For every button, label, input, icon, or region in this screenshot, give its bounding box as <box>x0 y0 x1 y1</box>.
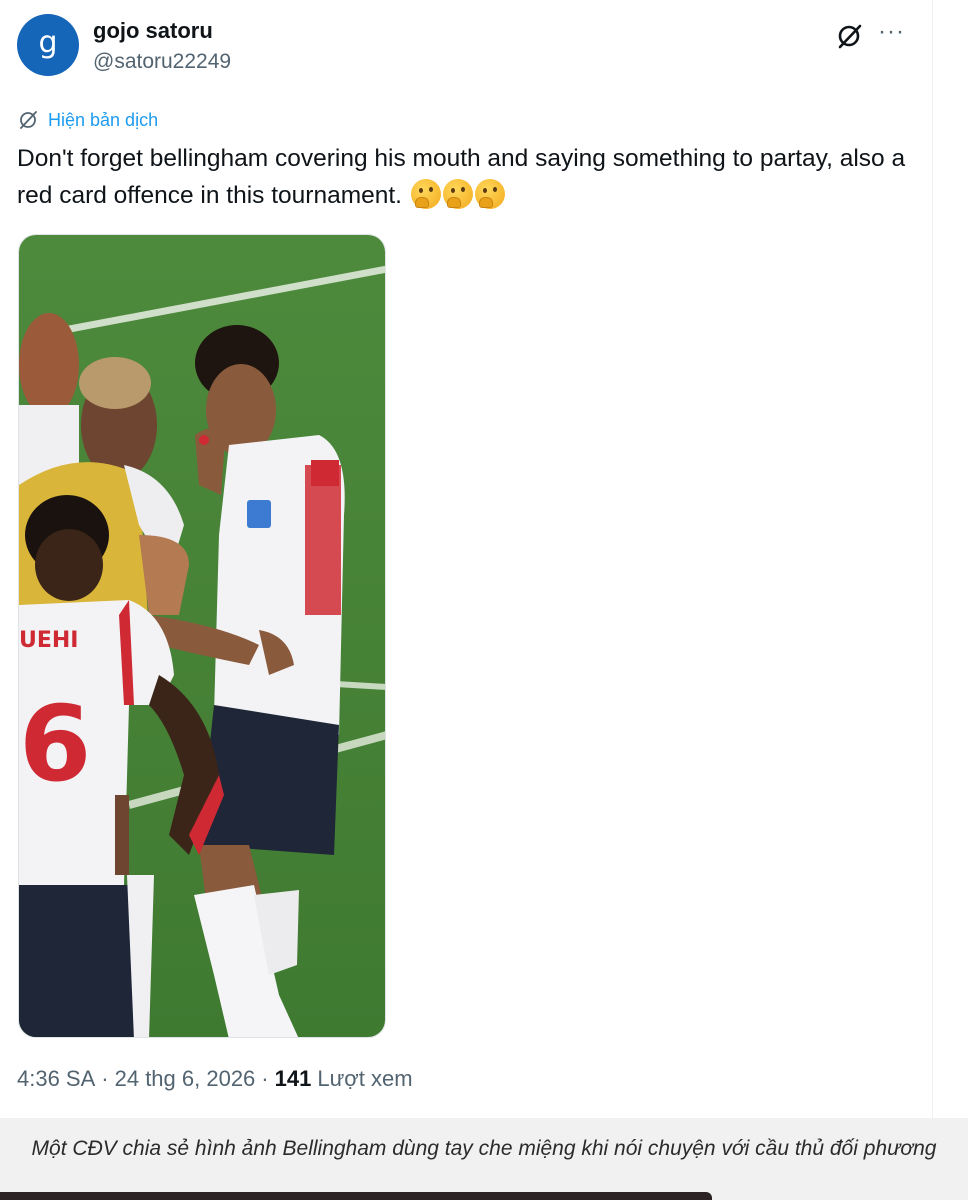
display-name[interactable]: gojo satoru <box>93 18 213 44</box>
translate-label: Hiện bản dịch <box>48 109 159 130</box>
thinking-face-emoji <box>474 179 505 209</box>
shirt-name-text: UEHI <box>19 628 79 653</box>
grok-icon[interactable] <box>836 22 864 50</box>
avatar[interactable]: g <box>17 14 79 76</box>
image-caption: Một CĐV chia sẻ hình ảnh Bellingham dùng… <box>31 1137 937 1160</box>
avatar-letter: g <box>38 24 58 60</box>
meta-separator: · <box>101 1066 109 1091</box>
meta-separator: · <box>261 1066 269 1091</box>
thinking-face-emoji <box>442 179 473 209</box>
more-options-icon[interactable]: ··· <box>878 18 905 46</box>
bottom-bar <box>0 1192 712 1200</box>
views-label: Lượt xem <box>317 1066 413 1091</box>
article-caption-area: Một CĐV chia sẻ hình ảnh Bellingham dùng… <box>0 1118 968 1200</box>
shirt-number-text: 6 <box>19 683 91 805</box>
tweet-text-block: Don't forget bellingham covering his mou… <box>17 140 917 214</box>
tweet-photo[interactable]: UEHI 6 <box>18 234 386 1038</box>
user-handle[interactable]: @satoru22249 <box>93 50 231 74</box>
tweet-metadata: 4:36 SA · 24 thg 6, 2026 · 141 Lượt xem <box>17 1066 413 1092</box>
grok-translate-icon <box>20 111 37 129</box>
show-translation-link[interactable]: Hiện bản dịch <box>18 108 158 132</box>
column-divider <box>932 0 933 1118</box>
tweet-time[interactable]: 4:36 SA <box>17 1066 95 1092</box>
thinking-face-emoji <box>410 179 441 209</box>
tweet-card: g gojo satoru @satoru22249 ··· Hiện bản … <box>0 0 932 1118</box>
tweet-date[interactable]: 24 thg 6, 2026 <box>115 1066 256 1092</box>
views-count: 141 <box>274 1066 312 1091</box>
photo-illustration: UEHI 6 <box>19 235 385 1037</box>
